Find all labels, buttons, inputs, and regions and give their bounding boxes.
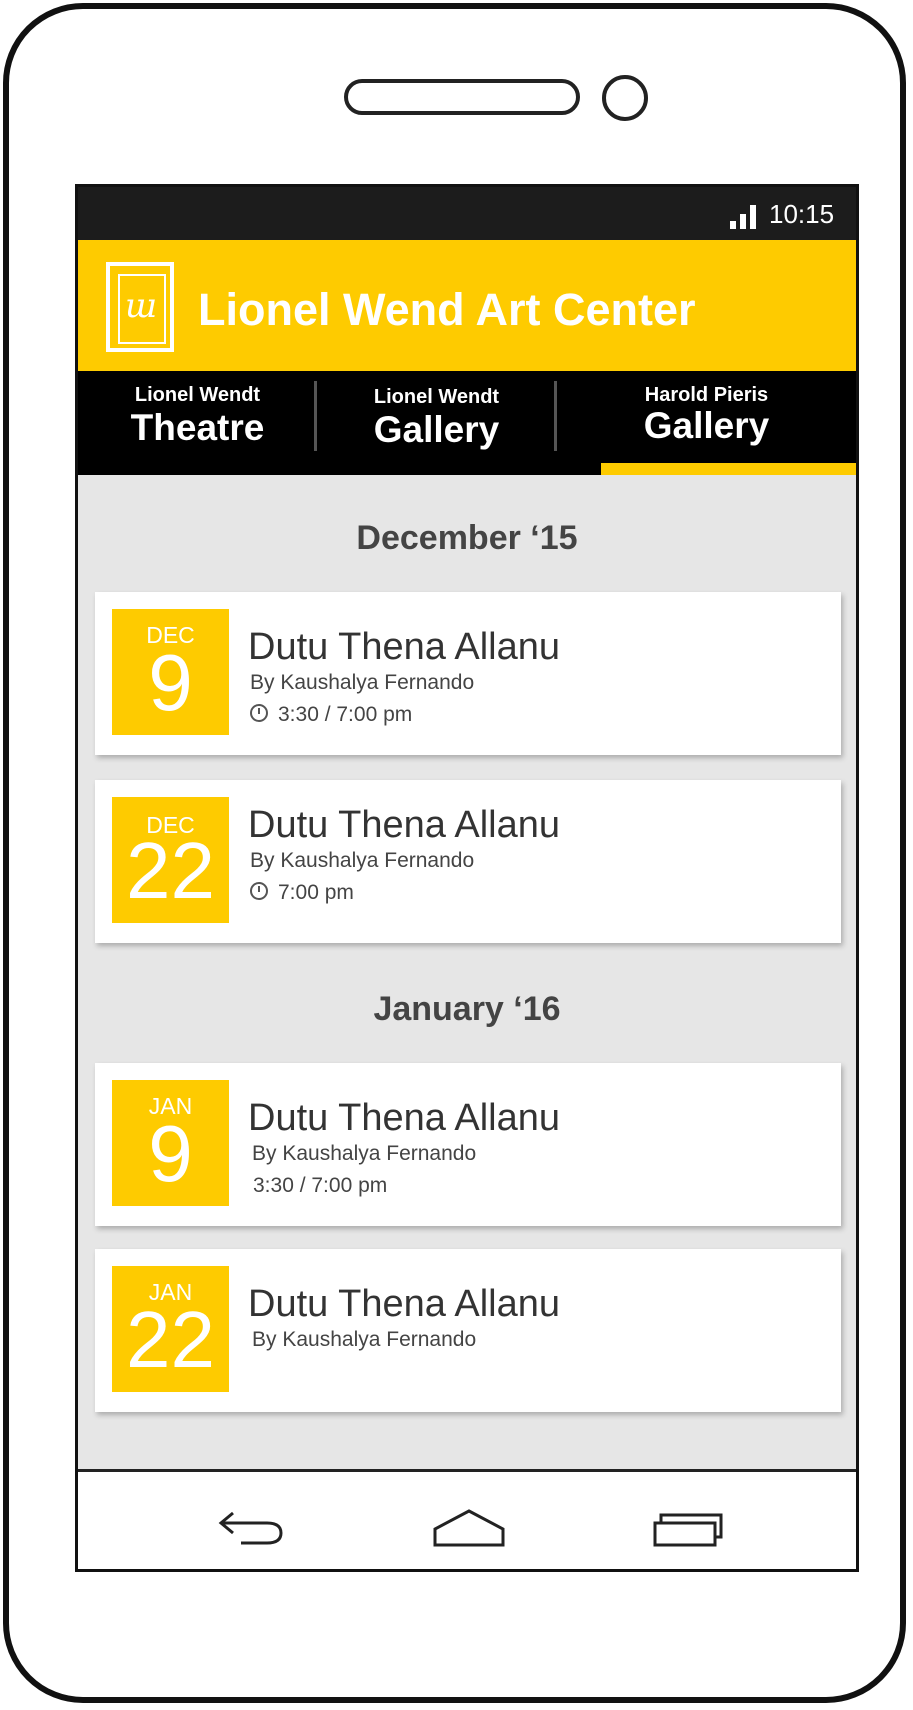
event-card[interactable]: DEC 9 Dutu Thena Allanu By Kaushalya Fer… [95,592,841,755]
app-title: Lionel Wend Art Center [198,284,696,335]
tab-subtitle: Harold Pieris [644,384,769,406]
status-bar: 10:15 [78,187,856,240]
selected-tab-indicator [601,463,856,475]
tab-lionel-wendt-gallery[interactable]: Lionel Wendt Gallery [317,371,556,475]
event-card[interactable]: JAN 22 Dutu Thena Allanu By Kaushalya Fe… [95,1249,841,1412]
lionel-wendt-logo-icon: ɯ [106,262,174,352]
event-time: 7:00 pm [250,881,354,905]
home-icon[interactable] [431,1497,511,1552]
event-time-text: 7:00 pm [278,881,354,904]
recents-icon[interactable] [651,1497,731,1552]
tab-lionel-wendt-theatre[interactable]: Lionel Wendt Theatre [78,371,317,475]
event-day: 9 [148,638,193,727]
event-author: By Kaushalya Fernando [252,1328,477,1351]
event-date-badge: DEC 9 [112,609,229,735]
tab-subtitle: Lionel Wendt [373,386,500,408]
event-time-text: 3:30 / 7:00 pm [253,1174,388,1197]
app-bar: ɯ Lionel Wend Art Center [78,240,856,371]
venue-tabs: Lionel Wendt Theatre Lionel Wendt Galler… [78,371,856,475]
alarm-clock-icon [250,882,268,900]
month-heading: January ‘16 [373,990,561,1028]
tab-harold-pieris-gallery[interactable]: Harold Pieris Gallery [557,371,856,475]
tab-label: Theatre [130,407,265,448]
event-title: Dutu Thena Allanu [248,1283,560,1325]
event-title: Dutu Thena Allanu [248,626,560,668]
event-author: By Kaushalya Fernando [250,671,475,694]
event-date-badge: JAN 22 [112,1266,229,1392]
event-author: By Kaushalya Fernando [252,1142,477,1165]
month-heading: December ‘15 [356,519,578,557]
event-card[interactable]: JAN 9 Dutu Thena Allanu By Kaushalya Fer… [95,1063,841,1226]
alarm-clock-icon [250,704,268,722]
phone-camera [602,75,648,121]
screen: 10:15 ɯ Lionel Wend Art Center Lionel We… [75,184,859,1572]
tab-label: Gallery [643,405,770,446]
signal-icon [730,205,756,229]
status-time: 10:15 [769,199,835,229]
phone-frame: 10:15 ɯ Lionel Wend Art Center Lionel We… [3,3,906,1703]
event-date-badge: DEC 22 [112,797,229,923]
back-icon[interactable] [211,1497,291,1552]
event-author: By Kaushalya Fernando [250,849,475,872]
event-day: 9 [148,1109,193,1198]
event-time-text: 3:30 / 7:00 pm [278,703,413,726]
event-title: Dutu Thena Allanu [248,804,560,846]
event-time: 3:30 / 7:00 pm [250,703,412,727]
event-title: Dutu Thena Allanu [248,1097,560,1139]
tab-label: Gallery [373,409,500,450]
system-nav-bar [78,1469,856,1569]
phone-speaker [344,79,580,115]
event-day: 22 [126,826,215,915]
event-card[interactable]: DEC 22 Dutu Thena Allanu By Kaushalya Fe… [95,780,841,943]
event-date-badge: JAN 9 [112,1080,229,1206]
tab-subtitle: Lionel Wendt [134,384,261,406]
event-day: 22 [126,1295,215,1384]
